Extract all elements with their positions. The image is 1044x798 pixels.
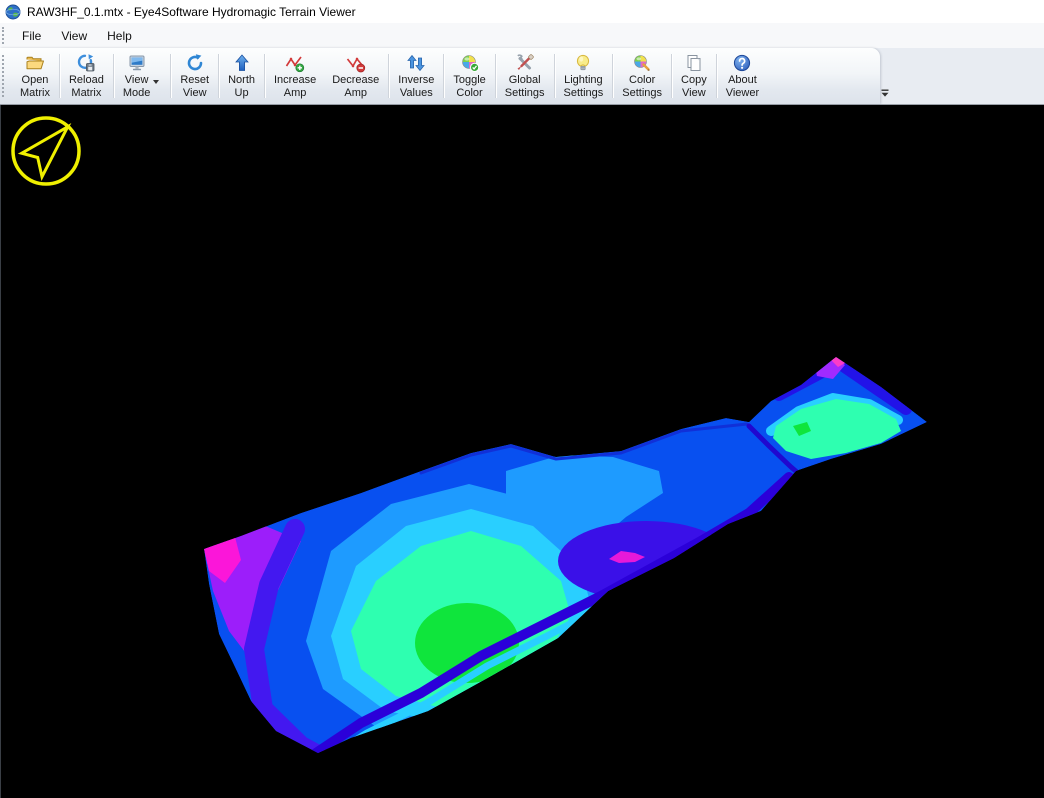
toolbar-separator [716,54,717,98]
open-folder-icon [25,53,45,73]
light-bulb-icon [573,53,593,73]
toolbar-overflow-button[interactable] [878,86,892,100]
toolbar: OpenMatrix ReloadMatrix [0,48,880,104]
toolbar-separator [264,54,265,98]
terrain-viewport[interactable] [0,105,1044,798]
reload-matrix-button[interactable]: ReloadMatrix [61,48,112,104]
toolbar-separator [671,54,672,98]
inverse-values-icon [406,53,426,73]
menu-view[interactable]: View [51,26,97,46]
toolbar-separator [554,54,555,98]
view-mode-dropdown-arrow[interactable] [153,80,159,84]
copy-view-button[interactable]: CopyView [673,48,715,104]
reset-view-button[interactable]: ResetView [172,48,217,104]
decrease-amp-button[interactable]: DecreaseAmp [324,48,387,104]
toolbar-separator [388,54,389,98]
help-question-icon [732,53,752,73]
view-mode-button[interactable]: ViewMode [115,48,170,104]
inverse-values-button[interactable]: InverseValues [390,48,442,104]
north-up-button[interactable]: NorthUp [220,48,263,104]
globe-icon [5,4,21,20]
toolbar-strip: OpenMatrix ReloadMatrix [0,48,1044,105]
north-arrow-icon [9,111,83,189]
open-matrix-button[interactable]: OpenMatrix [12,48,58,104]
crossed-tools-icon [515,53,535,73]
menu-help[interactable]: Help [97,26,142,46]
reload-icon [76,53,96,73]
toolbar-separator [612,54,613,98]
toolbar-separator [113,54,114,98]
menu-file[interactable]: File [12,26,51,46]
about-viewer-button[interactable]: AboutViewer [718,48,767,104]
toolbar-grip[interactable] [2,55,9,97]
toolbar-separator [218,54,219,98]
title-bar: RAW3HF_0.1.mtx - Eye4Software Hydromagic… [0,0,1044,23]
copy-pages-icon [684,53,704,73]
color-sphere-check-icon [460,53,480,73]
reset-view-icon [185,53,205,73]
window-title: RAW3HF_0.1.mtx - Eye4Software Hydromagic… [27,5,356,19]
lighting-settings-button[interactable]: LightingSettings [556,48,612,104]
toolbar-separator [170,54,171,98]
north-up-arrow-icon [232,53,252,73]
amplitude-decrease-icon [346,53,366,73]
toolbar-separator [495,54,496,98]
terrain-svg [1,105,1044,798]
toolbar-separator [443,54,444,98]
toolbar-overflow-icon [880,88,890,98]
amplitude-increase-icon [285,53,305,73]
toggle-color-button[interactable]: ToggleColor [445,48,493,104]
menubar-grip[interactable] [2,27,9,45]
increase-amp-button[interactable]: IncreaseAmp [266,48,324,104]
color-settings-button[interactable]: ColorSettings [614,48,670,104]
toolbar-separator [59,54,60,98]
color-sphere-pencil-icon [632,53,652,73]
menu-bar: File View Help [0,23,1044,48]
monitor-icon [127,53,147,73]
global-settings-button[interactable]: GlobalSettings [497,48,553,104]
